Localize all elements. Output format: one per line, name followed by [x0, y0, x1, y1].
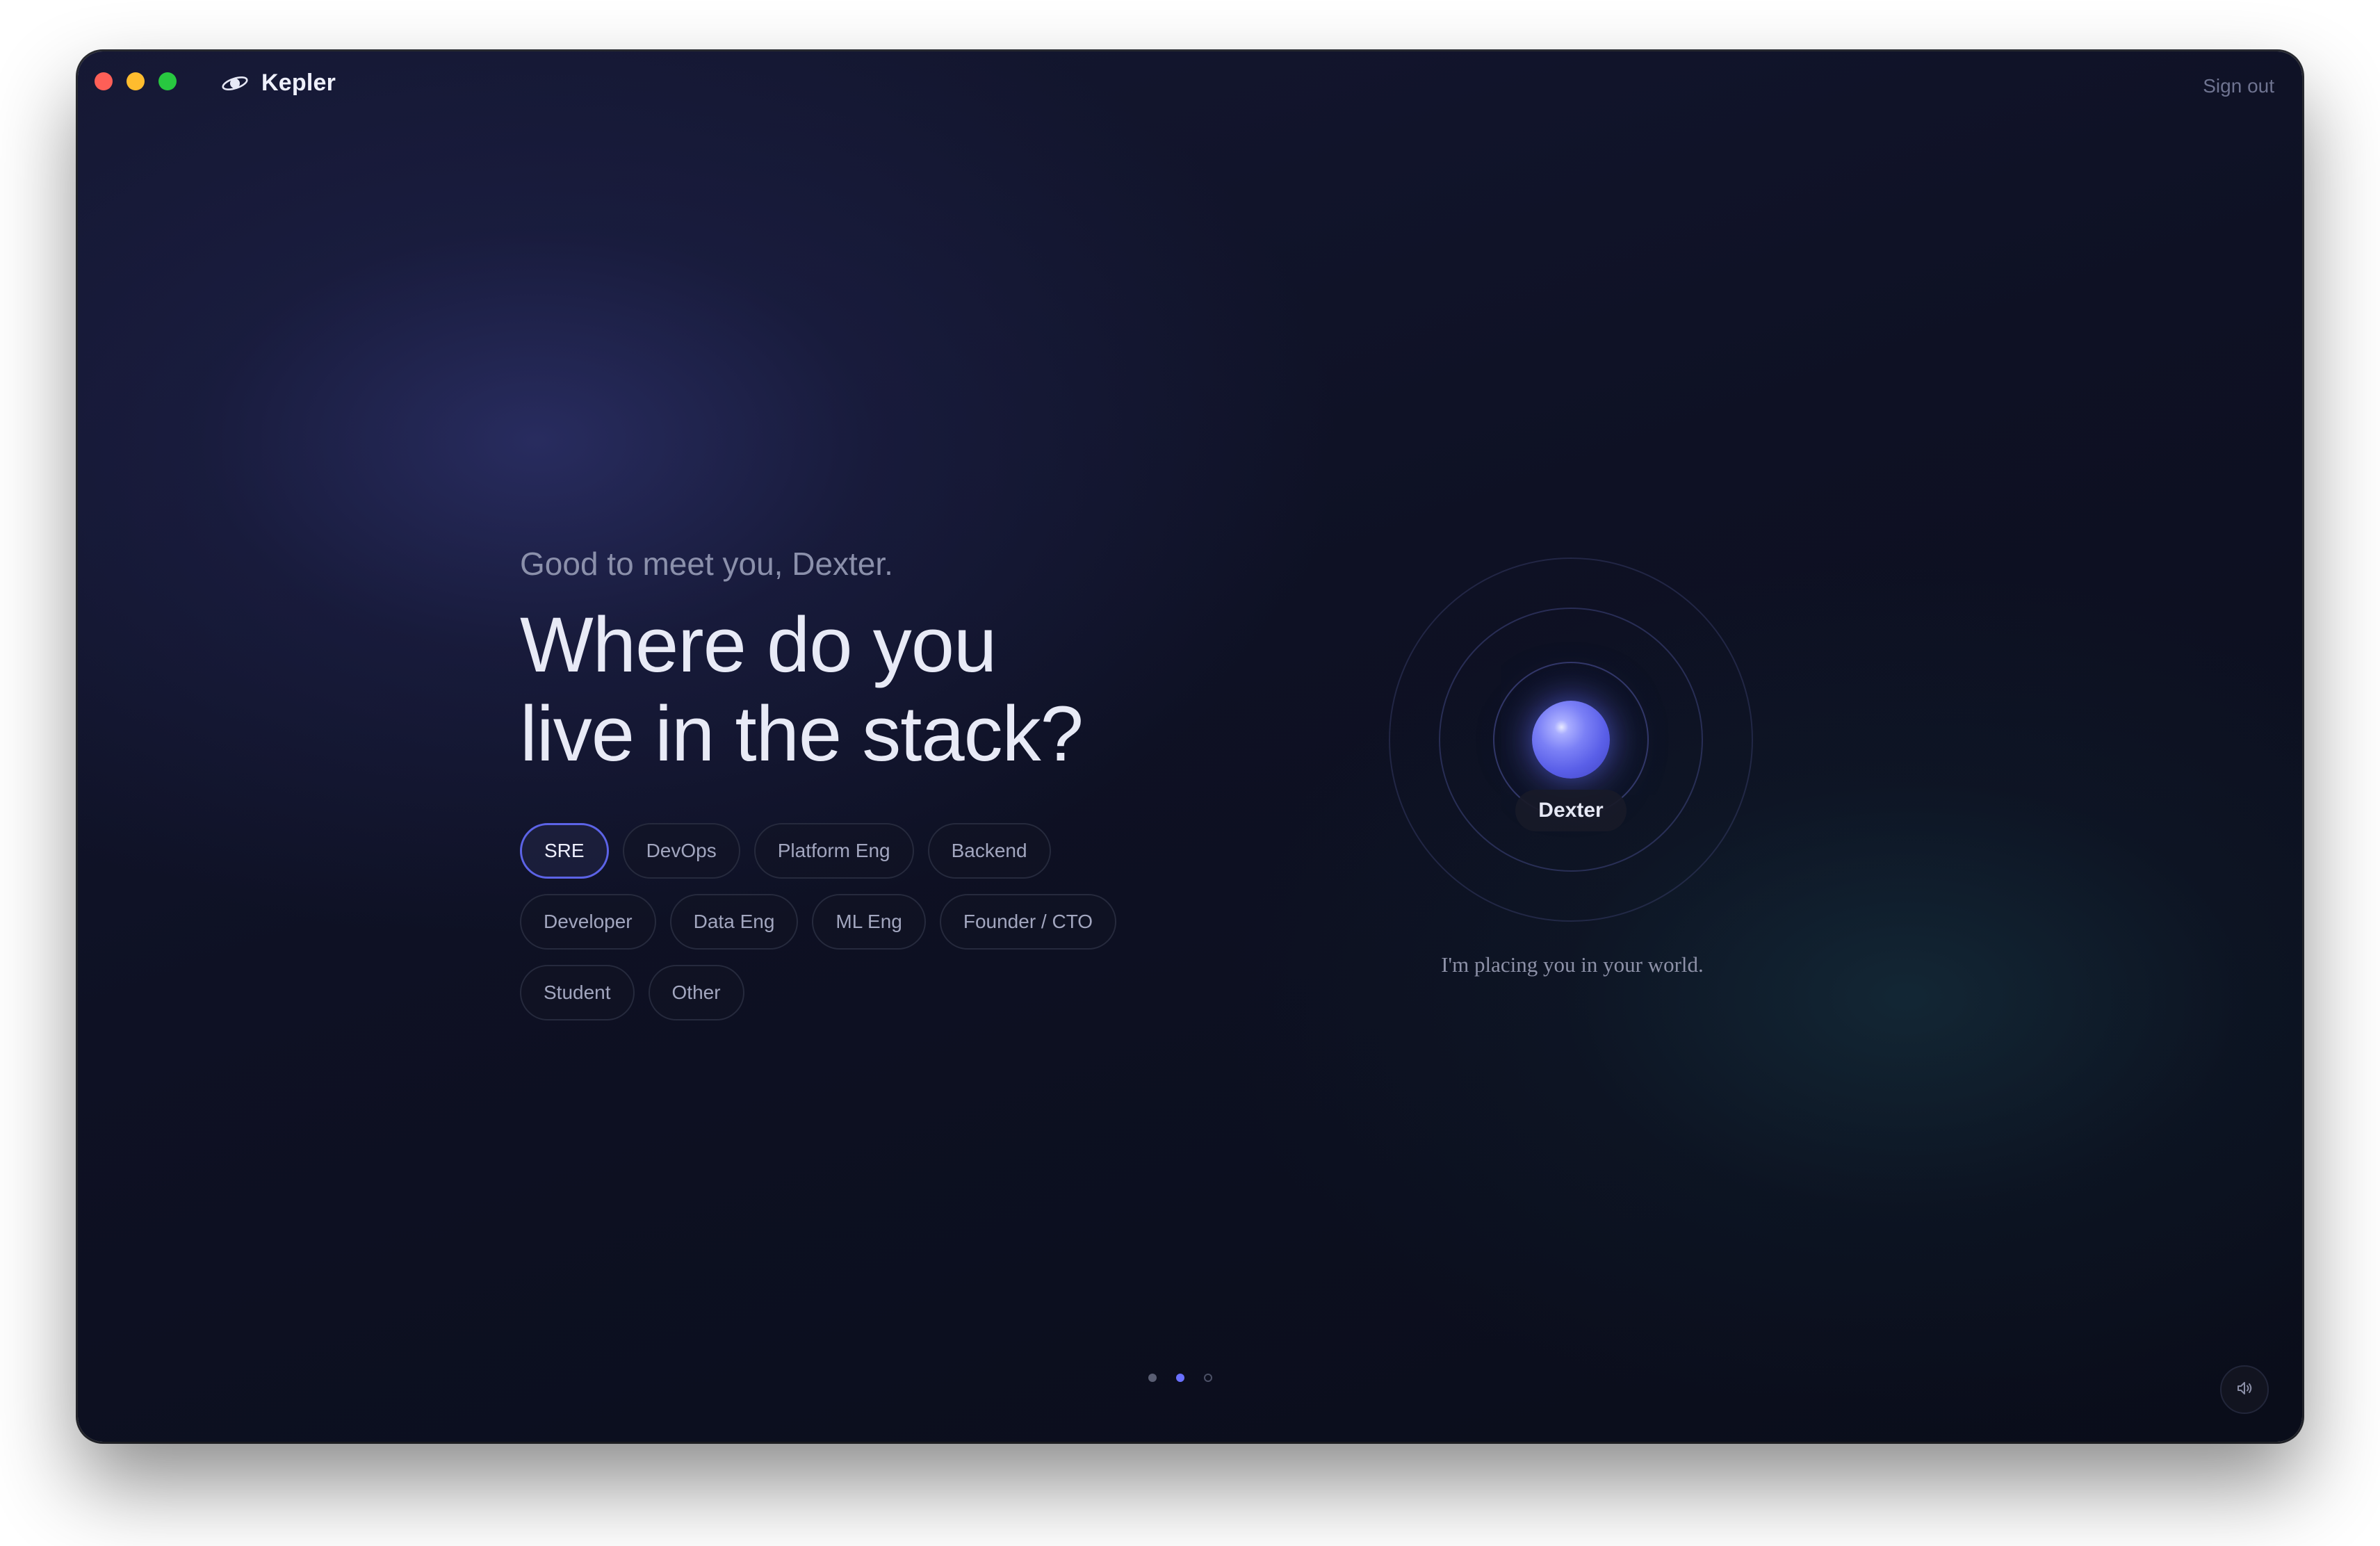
title-line-1: Where do you: [520, 601, 997, 688]
role-chip-platform-eng[interactable]: Platform Eng: [753, 823, 914, 879]
role-chip-ml-eng[interactable]: ML Eng: [812, 894, 926, 950]
speaker-icon: [2235, 1378, 2254, 1401]
window-controls: [95, 72, 177, 90]
avatar-name-tag: Dexter: [1515, 790, 1627, 831]
app-brand: Kepler: [221, 70, 336, 97]
step-dot-3[interactable]: [1204, 1374, 1212, 1382]
sign-out-link[interactable]: Sign out: [2203, 75, 2274, 97]
step-indicator: [1148, 1374, 1212, 1382]
role-chip-devops[interactable]: DevOps: [622, 823, 740, 879]
user-avatar-sphere: [1532, 701, 1610, 779]
role-chip-developer[interactable]: Developer: [520, 894, 656, 950]
placement-caption: I'm placing you in your world.: [1441, 952, 1704, 977]
step-dot-1[interactable]: [1148, 1374, 1157, 1382]
title-line-2: live in the stack?: [520, 690, 1084, 777]
role-chip-founder-cto[interactable]: Founder / CTO: [939, 894, 1117, 950]
page-title: Where do you live in the stack?: [520, 601, 1146, 779]
minimize-window-button[interactable]: [127, 72, 145, 90]
role-chip-other[interactable]: Other: [648, 965, 744, 1020]
step-dot-2[interactable]: [1176, 1374, 1184, 1382]
onboarding-panel: Good to meet you, Dexter. Where do you l…: [520, 545, 1146, 1020]
role-chip-sre[interactable]: SRE: [520, 823, 609, 879]
sound-toggle-button[interactable]: [2220, 1365, 2269, 1414]
close-window-button[interactable]: [95, 72, 113, 90]
role-chip-student[interactable]: Student: [520, 965, 635, 1020]
app-name: Kepler: [261, 70, 336, 96]
greeting-text: Good to meet you, Dexter.: [520, 546, 893, 582]
role-chip-backend[interactable]: Backend: [927, 823, 1051, 879]
avatar-orbit: Dexter: [1389, 558, 1753, 922]
role-chip-group: SRE DevOps Platform Eng Backend Developer Dat…: [520, 823, 1125, 1020]
app-window: Kepler Sign out Good to meet you, Dexter…: [78, 51, 2302, 1442]
role-chip-data-eng[interactable]: Data Eng: [669, 894, 799, 950]
zoom-window-button[interactable]: [158, 72, 177, 90]
planet-ring-icon: [221, 73, 249, 94]
